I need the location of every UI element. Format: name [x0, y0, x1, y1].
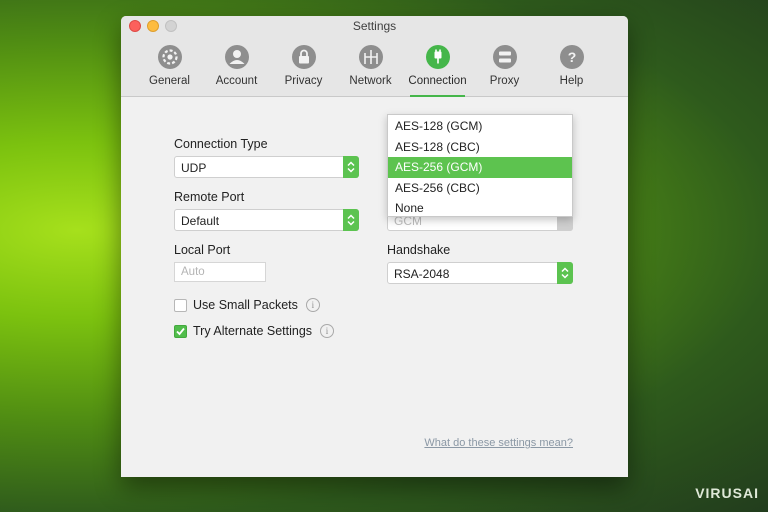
watermark: VIRUSAI — [695, 485, 759, 501]
settings-help-link[interactable]: What do these settings mean? — [424, 437, 573, 449]
tab-general[interactable]: General — [136, 37, 203, 97]
chevron-updown-icon — [347, 161, 355, 173]
connection-type-value: UDP — [181, 161, 207, 175]
checkmark-icon — [176, 327, 185, 335]
network-icon — [359, 45, 383, 69]
handshake-label: Handshake — [387, 243, 451, 257]
lock-icon — [292, 45, 316, 69]
dropdown-option-selected[interactable]: AES-256 (GCM) — [388, 157, 572, 178]
connection-type-stepper[interactable] — [343, 156, 359, 178]
dropdown-option[interactable]: None — [388, 198, 572, 219]
chevron-updown-icon — [561, 267, 569, 279]
connection-settings-pane: Connection Type UDP Remote Port Default … — [121, 97, 628, 477]
dropdown-option[interactable]: AES-128 (GCM) — [388, 116, 572, 137]
proxy-icon — [493, 45, 517, 69]
tab-label: Proxy — [489, 75, 520, 87]
svg-text:?: ? — [568, 49, 577, 65]
remote-port-value: Default — [181, 214, 220, 228]
chevron-updown-icon — [347, 214, 355, 226]
local-port-placeholder: Auto — [181, 266, 205, 278]
alternate-settings-row: Try Alternate Settings i — [174, 324, 335, 338]
window-title: Settings — [352, 19, 397, 33]
small-packets-row: Use Small Packets i — [174, 298, 320, 312]
tab-label: Help — [559, 75, 584, 87]
info-icon[interactable]: i — [305, 298, 320, 312]
local-port-label: Local Port — [174, 243, 231, 257]
connection-icon — [426, 45, 450, 69]
connection-type-select[interactable]: UDP — [174, 156, 359, 178]
tab-proxy[interactable]: Proxy — [471, 37, 538, 97]
tab-label: Network — [349, 75, 392, 87]
encryption-dropdown-menu: AES-128 (GCM) AES-128 (CBC) AES-256 (GCM… — [387, 114, 573, 217]
settings-window: Settings General Account Privacy Network… — [121, 16, 628, 477]
remote-port-select[interactable]: Default — [174, 209, 359, 231]
user-icon — [225, 45, 249, 69]
help-icon: ? — [560, 45, 584, 69]
remote-port-stepper[interactable] — [343, 209, 359, 231]
handshake-value: RSA-2048 — [394, 267, 450, 281]
small-packets-checkbox[interactable] — [174, 298, 187, 312]
connection-type-label: Connection Type — [174, 137, 268, 151]
tab-label: Account — [215, 75, 258, 87]
tab-help[interactable]: ? Help — [538, 37, 605, 97]
handshake-select[interactable]: RSA-2048 — [387, 262, 573, 284]
handshake-stepper[interactable] — [557, 262, 573, 284]
dropdown-option[interactable]: AES-256 (CBC) — [388, 178, 572, 199]
info-icon[interactable]: i — [320, 324, 335, 338]
tab-label: Privacy — [284, 75, 323, 87]
remote-port-label: Remote Port — [174, 190, 245, 204]
gear-icon — [158, 45, 182, 69]
dropdown-option[interactable]: AES-128 (CBC) — [388, 137, 572, 158]
alternate-settings-checkbox[interactable] — [174, 324, 187, 338]
tab-network[interactable]: Network — [337, 37, 404, 97]
tab-account[interactable]: Account — [203, 37, 270, 97]
preferences-toolbar: General Account Privacy Network Connecti… — [121, 37, 628, 97]
alternate-settings-label[interactable]: Try Alternate Settings — [193, 324, 312, 338]
tab-label: General — [149, 75, 190, 87]
tab-connection[interactable]: Connection — [404, 37, 471, 97]
title-bar: Settings — [121, 16, 628, 37]
tab-label: Connection — [408, 75, 467, 87]
small-packets-label[interactable]: Use Small Packets — [193, 298, 298, 312]
local-port-input[interactable]: Auto — [174, 262, 266, 282]
tab-privacy[interactable]: Privacy — [270, 37, 337, 97]
